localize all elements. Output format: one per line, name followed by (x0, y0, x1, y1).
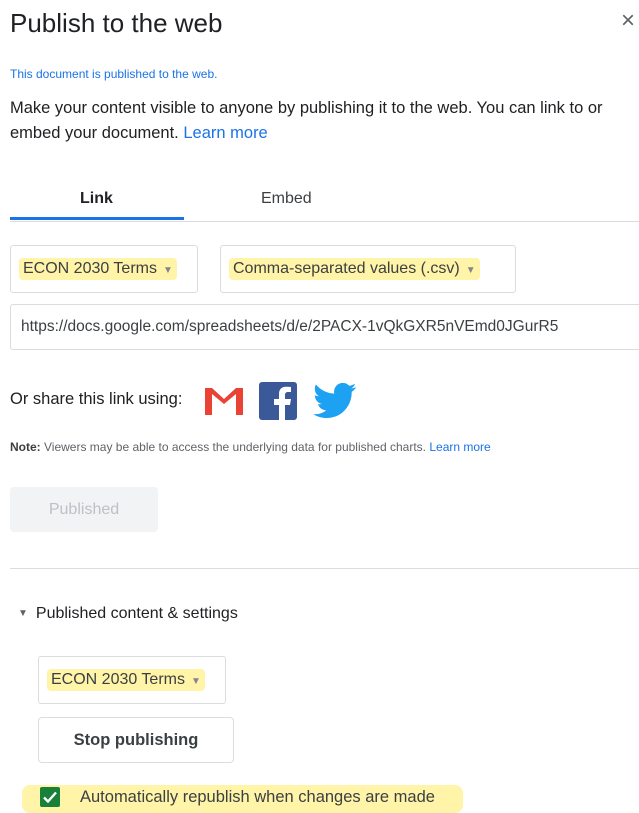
auto-republish-label: Automatically republish when changes are… (80, 787, 435, 806)
sheet-select[interactable]: ECON 2030 Terms ▼ (10, 245, 198, 293)
note-learn-more-link[interactable]: Learn more (429, 440, 490, 454)
stop-publishing-button[interactable]: Stop publishing (38, 717, 234, 763)
note-body: Viewers may be able to access the underl… (40, 440, 430, 454)
auto-republish-checkbox[interactable] (40, 787, 60, 807)
active-tab-indicator (10, 217, 184, 220)
auto-republish-option[interactable]: Automatically republish when changes are… (22, 783, 463, 813)
checkmark-icon (43, 791, 57, 803)
note-text: Note: Viewers may be able to access the … (10, 440, 491, 454)
note-prefix: Note: (10, 440, 41, 454)
triangle-down-icon: ▼ (18, 608, 28, 619)
tab-link[interactable]: Link (80, 190, 113, 208)
published-settings-toggle[interactable]: ▼ Published content & settings (18, 605, 238, 623)
format-select-value: Comma-separated values (.csv) (233, 260, 460, 277)
twitter-icon[interactable] (313, 381, 357, 421)
chevron-down-icon: ▼ (465, 265, 476, 276)
published-button[interactable]: Published (10, 487, 158, 532)
learn-more-link[interactable]: Learn more (183, 124, 267, 142)
tab-embed[interactable]: Embed (261, 190, 312, 208)
facebook-icon[interactable] (259, 382, 297, 420)
chevron-down-icon: ▼ (190, 676, 201, 687)
format-select[interactable]: Comma-separated values (.csv) ▼ (220, 245, 516, 293)
settings-sheet-select[interactable]: ECON 2030 Terms ▼ (38, 656, 226, 704)
share-label: Or share this link using: (10, 390, 183, 408)
publish-status: This document is published to the web. (10, 67, 218, 81)
description: Make your content visible to anyone by p… (10, 96, 638, 146)
settings-sheet-select-value: ECON 2030 Terms (51, 671, 185, 688)
description-text: Make your content visible to anyone by p… (10, 99, 603, 142)
dialog-title: Publish to the web (10, 8, 223, 38)
sheet-select-value: ECON 2030 Terms (23, 260, 157, 277)
chevron-down-icon: ▼ (162, 265, 173, 276)
divider (10, 568, 639, 569)
settings-toggle-label: Published content & settings (35, 605, 238, 622)
close-icon[interactable]: × (617, 9, 639, 33)
published-url-field[interactable]: https://docs.google.com/spreadsheets/d/e… (10, 304, 639, 350)
gmail-icon[interactable] (204, 386, 244, 416)
